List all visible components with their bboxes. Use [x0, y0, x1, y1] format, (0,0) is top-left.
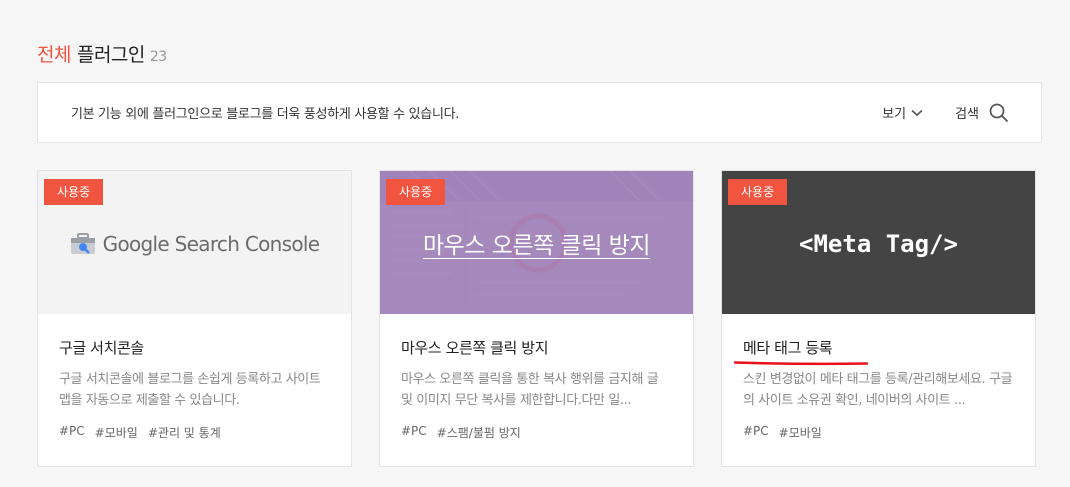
chevron-down-icon — [911, 109, 923, 116]
search-icon — [989, 103, 1009, 122]
status-badge: 사용중 — [44, 179, 104, 205]
plugin-title[interactable]: 구글 서치콘솔 — [59, 337, 330, 359]
tag: #PC — [59, 424, 85, 438]
plugin-title[interactable]: 메타 태그 등록 — [743, 337, 1014, 359]
toolbar: 보기 검색 — [882, 103, 1009, 123]
plugin-card-right-click-block[interactable]: 사용중 마우스 오른쪽 클릭 방지 마우스 오른쪽 클릭 방지 마우스 오른쪽 — [379, 170, 694, 467]
plugin-tags: #PC #스팸/불펌 방지 — [401, 424, 672, 441]
search-button[interactable]: 검색 — [955, 103, 1009, 123]
tag: #PC — [401, 424, 427, 438]
plugin-tags: #PC #모바일 — [743, 424, 1014, 441]
plugin-title[interactable]: 마우스 오른쪽 클릭 방지 — [401, 337, 672, 359]
view-dropdown[interactable]: 보기 — [882, 103, 923, 122]
page-title: 전체 플러그인 23 — [37, 40, 167, 67]
tag: #PC — [743, 424, 769, 438]
tag: #모바일 — [94, 426, 138, 440]
view-label: 보기 — [882, 107, 907, 122]
thumbnail-code-text: <Meta Tag/> — [799, 229, 958, 258]
plugin-description: 구글 서치콘솔에 블로그를 손쉽게 등록하고 사이트맵을 자동으로 제출할 수 … — [59, 372, 321, 408]
tag: #관리 및 통계 — [147, 426, 221, 440]
plugin-thumbnail: 사용중 <Meta Tag/> — [722, 171, 1035, 314]
plugin-description: 스킨 변경없이 메타 태그를 등록/관리해보세요. 구글의 사이트 소유권 확인… — [743, 372, 1013, 408]
plugin-thumbnail: 사용중 마우스 오른쪽 클릭 방지 — [380, 171, 693, 314]
plugin-count: 23 — [149, 49, 167, 65]
plugin-thumbnail: 사용중 Google Search Console — [38, 171, 351, 314]
tag: #모바일 — [778, 426, 822, 440]
google-search-console-logo: Google Search Console — [70, 232, 320, 256]
thumbnail-caption: 마우스 오른쪽 클릭 방지 — [422, 233, 651, 259]
status-badge: 사용중 — [728, 179, 788, 205]
plugin-card-google-search-console[interactable]: 사용중 Google Search Console 구글 서치콘솔 구글 서치콘… — [37, 170, 352, 467]
status-badge: 사용중 — [386, 179, 446, 205]
plugin-tags: #PC #모바일 #관리 및 통계 — [59, 424, 330, 441]
logo-text: Google Search Console — [102, 232, 320, 256]
page-title-text: 플러그인 — [76, 44, 145, 66]
toolbox-icon — [70, 233, 95, 254]
plugin-card-meta-tag[interactable]: 사용중 <Meta Tag/> 메타 태그 등록 스킨 변경없이 메타 태그를 … — [721, 170, 1036, 467]
info-description: 기본 기능 외에 플러그인으로 블로그를 더욱 풍성하게 사용할 수 있습니다. — [71, 107, 460, 122]
search-label: 검색 — [955, 107, 979, 122]
plugin-description: 마우스 오른쪽 클릭을 통한 복사 행위를 금지해 글 및 이미지 무단 복사를… — [401, 372, 659, 408]
info-bar: 기본 기능 외에 플러그인으로 블로그를 더욱 풍성하게 사용할 수 있습니다.… — [37, 82, 1042, 143]
tag: #스팸/불펌 방지 — [436, 426, 521, 440]
page-title-accent: 전체 — [37, 44, 71, 66]
